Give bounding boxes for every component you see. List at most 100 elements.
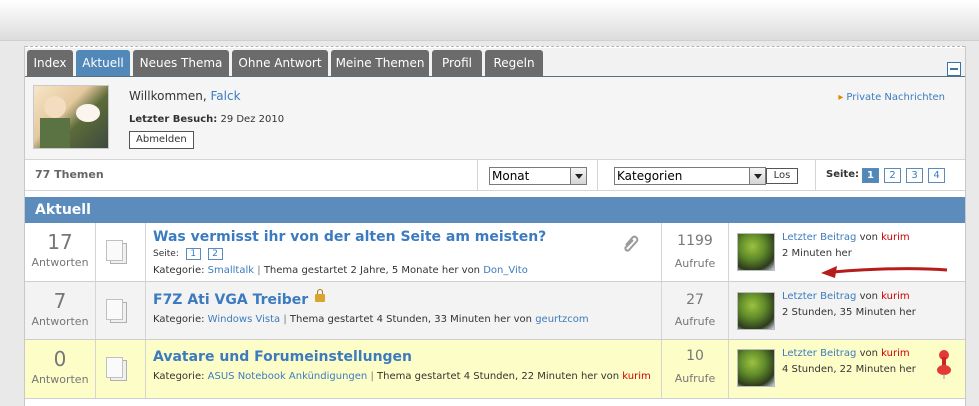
- category-label: Kategorie:: [153, 314, 205, 325]
- user-avatar: [33, 85, 109, 149]
- topic-row-sticky: 0 Antworten Avatare und Forumeinstellung…: [25, 340, 965, 399]
- lock-icon: [315, 289, 326, 302]
- meta-separator: |: [257, 265, 261, 276]
- author-link[interactable]: geurtzcom: [535, 314, 588, 325]
- last-post-link[interactable]: Letzter Beitrag: [782, 291, 856, 302]
- last-poster-avatar[interactable]: [737, 292, 775, 330]
- go-button[interactable]: Los: [766, 168, 798, 184]
- reply-count: 7: [53, 289, 67, 313]
- tab-meine-themen[interactable]: Meine Themen: [331, 50, 429, 76]
- topic-title-link[interactable]: Was vermisst ihr von der alten Seite am …: [153, 229, 546, 245]
- last-poster-avatar[interactable]: [737, 349, 775, 387]
- view-label: Aufrufe: [674, 372, 716, 385]
- category-link[interactable]: Smalltalk: [208, 265, 254, 276]
- paperclip-icon: [621, 233, 641, 253]
- tab-ohne-antwort[interactable]: Ohne Antwort: [232, 50, 328, 76]
- von-text: von: [859, 291, 878, 302]
- sticky-pin-icon: [937, 350, 951, 379]
- last-post-link[interactable]: Letzter Beitrag: [782, 348, 856, 359]
- topic-title-link[interactable]: F7Z Ati VGA Treiber: [153, 292, 308, 308]
- last-poster-link[interactable]: kurim: [881, 348, 909, 359]
- pm-label: Private Nachrichten: [846, 92, 945, 103]
- topic-started: Thema gestartet 4 Stunden, 33 Minuten he…: [289, 314, 532, 325]
- topic-page-link-1[interactable]: 1: [185, 248, 201, 260]
- view-label: Aufrufe: [674, 257, 716, 270]
- last-poster-link[interactable]: kurim: [881, 291, 909, 302]
- page-link-4[interactable]: 4: [928, 168, 945, 183]
- last-visit-value: 29 Dez 2010: [220, 114, 285, 125]
- category-link[interactable]: Windows Vista: [208, 314, 280, 325]
- category-link[interactable]: ASUS Notebook Ankündigungen: [208, 371, 368, 382]
- topic-page-link-2[interactable]: 2: [207, 248, 223, 260]
- topic-document-icon: [106, 357, 127, 381]
- tab-index[interactable]: Index: [27, 50, 73, 76]
- category-label: Kategorie:: [153, 265, 205, 276]
- welcome-text: Willkommen, Falck: [129, 89, 241, 103]
- chevron-down-icon[interactable]: [570, 168, 586, 184]
- last-visit-label: Letzter Besuch:: [129, 114, 218, 125]
- view-count: 27: [686, 292, 704, 308]
- meta-separator: |: [370, 371, 374, 382]
- user-panel: Willkommen, Falck Letzter Besuch: 29 Dez…: [25, 77, 965, 160]
- logout-button[interactable]: Abmelden: [129, 131, 194, 149]
- page-link-1[interactable]: 1: [862, 168, 879, 183]
- private-messages-link[interactable]: ▸ Private Nachrichten: [838, 92, 945, 103]
- last-post-link[interactable]: Letzter Beitrag: [782, 232, 856, 243]
- topic-document-icon: [106, 240, 127, 264]
- topic-pages: Seite: 1 2: [153, 248, 223, 260]
- reply-count: 17: [47, 230, 73, 254]
- reply-label: Antworten: [31, 315, 89, 328]
- page-link-3[interactable]: 3: [906, 168, 923, 183]
- author-link[interactable]: kurim: [622, 371, 650, 382]
- last-poster-avatar[interactable]: [737, 233, 775, 271]
- view-label: Aufrufe: [674, 315, 716, 328]
- page-label: Seite:: [826, 169, 859, 180]
- author-link[interactable]: Don_Vito: [483, 265, 528, 276]
- page-link-2[interactable]: 2: [884, 168, 901, 183]
- topic-started: Thema gestartet 4 Stunden, 22 Minuten he…: [377, 371, 620, 382]
- top-banner: [0, 0, 979, 41]
- chevron-down-icon[interactable]: [749, 168, 765, 184]
- arrow-right-icon: ▸: [838, 92, 844, 103]
- tab-regeln[interactable]: Regeln: [485, 50, 543, 76]
- topic-count: 77 Themen: [35, 168, 104, 181]
- tab-profil[interactable]: Profil: [432, 50, 482, 76]
- period-select[interactable]: Monat: [489, 167, 587, 185]
- reply-label: Antworten: [31, 373, 89, 386]
- meta-separator: |: [283, 314, 287, 325]
- dashed-divider: [25, 46, 965, 47]
- last-post-time: 4 Stunden, 22 Minuten her: [782, 364, 916, 375]
- topic-meta: Kategorie: Windows Vista | Thema gestart…: [153, 314, 589, 325]
- last-post-time: 2 Stunden, 35 Minuten her: [782, 307, 916, 318]
- last-visit: Letzter Besuch: 29 Dez 2010: [129, 114, 284, 125]
- view-count: 1199: [677, 233, 713, 249]
- annotation-arrow-icon: [821, 266, 948, 278]
- section-title: Aktuell: [35, 202, 91, 218]
- category-label: Kategorie:: [153, 371, 205, 382]
- last-post-info: Letzter Beitrag von kurim: [782, 348, 910, 359]
- topic-meta: Kategorie: Smalltalk | Thema gestartet 2…: [153, 265, 528, 276]
- von-text: von: [859, 232, 878, 243]
- tab-neues-thema[interactable]: Neues Thema: [133, 50, 229, 76]
- forum-frame: Index Aktuell Neues Thema Ohne Antwort M…: [24, 46, 966, 406]
- last-poster-link[interactable]: kurim: [881, 232, 909, 243]
- tab-bar: Index Aktuell Neues Thema Ohne Antwort M…: [25, 48, 965, 77]
- topic-row: 7 Antworten F7Z Ati VGA Treiber Kategori…: [25, 282, 965, 340]
- last-post-time: 2 Minuten her: [782, 248, 852, 259]
- username-link[interactable]: Falck: [210, 89, 240, 103]
- tab-aktuell[interactable]: Aktuell: [76, 50, 130, 76]
- category-select[interactable]: Kategorien: [614, 167, 766, 185]
- welcome-prefix: Willkommen,: [129, 89, 207, 103]
- view-count: 10: [686, 348, 704, 364]
- topic-pages-label: Seite:: [153, 249, 179, 259]
- topic-meta: Kategorie: ASUS Notebook Ankündigungen |…: [153, 371, 651, 382]
- last-post-info: Letzter Beitrag von kurim: [782, 232, 910, 243]
- topic-title: F7Z Ati VGA Treiber: [153, 289, 326, 308]
- period-select-value: Monat: [492, 169, 530, 183]
- filter-bar: 77 Themen Monat Kategorien Los Seite: 1 …: [25, 160, 965, 191]
- topic-started: Thema gestartet 2 Jahre, 5 Monate her vo…: [263, 265, 481, 276]
- topic-title-link[interactable]: Avatare und Forumeinstellungen: [153, 349, 412, 365]
- section-header: Aktuell: [25, 197, 965, 223]
- reply-count: 0: [53, 347, 67, 371]
- collapse-icon[interactable]: [947, 62, 961, 76]
